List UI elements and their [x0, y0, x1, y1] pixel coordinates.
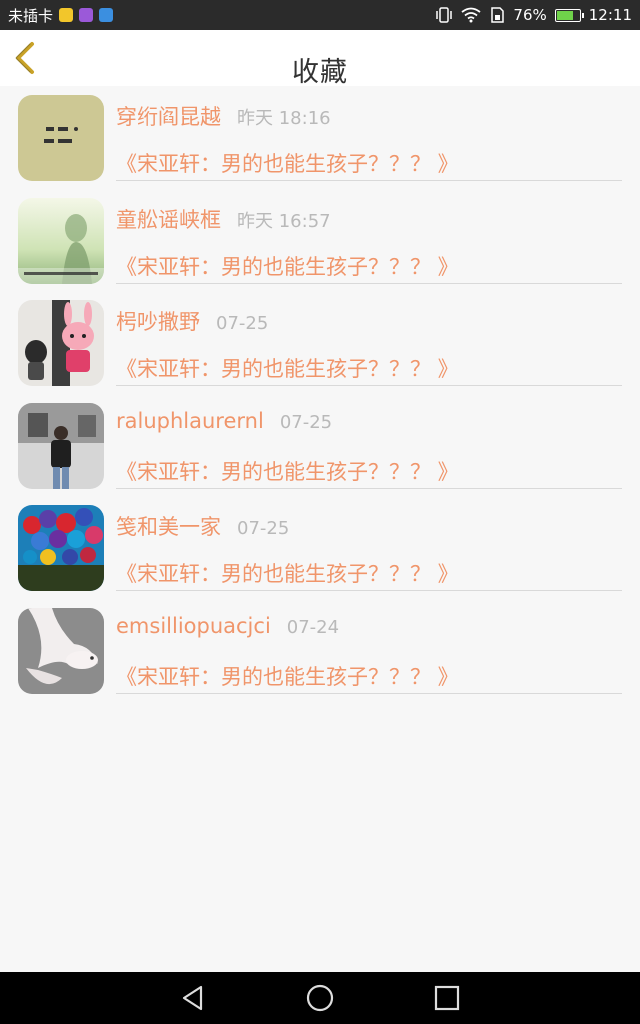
avatar[interactable] — [18, 197, 104, 284]
nav-recents-button[interactable] — [425, 976, 469, 1020]
nav-back-button[interactable] — [171, 976, 215, 1020]
notification-app-icon — [59, 8, 74, 22]
list-item[interactable]: 枵吵撒野 07-25 《宋亚轩：男的也能生孩子？？？ 》 — [0, 295, 640, 398]
vibrate-icon — [435, 7, 453, 23]
list-item[interactable]: emsilliopuacjci 07-24 《宋亚轩：男的也能生孩子？？？ 》 — [0, 603, 640, 706]
list-item[interactable]: 笺和美一家 07-25 《宋亚轩：男的也能生孩子？？？ 》 — [0, 500, 640, 603]
favorite-title[interactable]: 《宋亚轩：男的也能生孩子？？？ 》 — [116, 148, 459, 178]
system-nav-bar — [0, 972, 640, 1024]
page-title: 收藏 — [292, 57, 348, 88]
item-info: emsilliopuacjci 07-24 《宋亚轩：男的也能生孩子？？？ 》 — [116, 603, 622, 694]
battery-percent: 76% — [513, 6, 547, 24]
name-line: raluphlaurernl 07-25 — [116, 409, 332, 433]
circle-home-icon — [306, 984, 334, 1012]
user-name[interactable]: 穿绗阎昆越 — [116, 101, 221, 131]
timestamp: 07-24 — [286, 616, 340, 638]
timestamp: 07-25 — [237, 518, 290, 539]
name-line: emsilliopuacjci 07-24 — [116, 614, 339, 638]
wifi-icon — [461, 7, 481, 23]
avatar[interactable] — [18, 300, 104, 386]
sim-icon — [489, 7, 505, 23]
avatar[interactable] — [18, 505, 104, 591]
user-name[interactable]: raluphlaurernl — [116, 409, 264, 433]
item-info: 笺和美一家 07-25 《宋亚轩：男的也能生孩子？？？ 》 — [116, 500, 622, 591]
avatar[interactable] — [18, 402, 104, 489]
name-line: 笺和美一家 07-25 — [116, 511, 289, 541]
name-line: 枵吵撒野 07-25 — [116, 306, 268, 336]
square-recents-icon — [434, 985, 459, 1011]
user-name[interactable]: 童舩谣峡框 — [116, 204, 221, 234]
name-line: 童舩谣峡框 昨天 16:57 — [116, 204, 331, 234]
avatar[interactable] — [18, 607, 104, 694]
favorite-title[interactable]: 《宋亚轩：男的也能生孩子？？？ 》 — [116, 251, 459, 281]
timestamp: 昨天 16:57 — [237, 210, 331, 232]
name-line: 穿绗阎昆越 昨天 18:16 — [116, 101, 331, 131]
list-item[interactable]: raluphlaurernl 07-25 《宋亚轩：男的也能生孩子？？？ 》 — [0, 398, 640, 501]
notification-app-icon — [99, 8, 114, 22]
favorites-list: 穿绗阎昆越 昨天 18:16 《宋亚轩：男的也能生孩子？？？ 》 童舩谣峡框 昨… — [0, 90, 640, 705]
user-name[interactable]: 枵吵撒野 — [116, 306, 200, 336]
favorite-title[interactable]: 《宋亚轩：男的也能生孩子？？？ 》 — [116, 558, 459, 588]
item-info: raluphlaurernl 07-25 《宋亚轩：男的也能生孩子？？？ 》 — [116, 398, 622, 489]
user-name[interactable]: emsilliopuacjci — [116, 614, 271, 638]
avatar[interactable] — [18, 95, 104, 181]
favorite-title[interactable]: 《宋亚轩：男的也能生孩子？？？ 》 — [116, 353, 459, 383]
item-info: 童舩谣峡框 昨天 16:57 《宋亚轩：男的也能生孩子？？？ 》 — [116, 193, 622, 284]
timestamp: 07-25 — [279, 411, 333, 433]
header: 收藏 — [0, 30, 640, 88]
status-left: 未插卡 — [8, 5, 114, 26]
list-item[interactable]: 童舩谣峡框 昨天 16:57 《宋亚轩：男的也能生孩子？？？ 》 — [0, 193, 640, 296]
timestamp: 07-25 — [216, 313, 269, 334]
item-info: 穿绗阎昆越 昨天 18:16 《宋亚轩：男的也能生孩子？？？ 》 — [116, 90, 622, 181]
favorite-title[interactable]: 《宋亚轩：男的也能生孩子？？？ 》 — [116, 456, 459, 486]
carrier-text: 未插卡 — [8, 6, 54, 25]
battery-icon — [554, 8, 584, 22]
user-name[interactable]: 笺和美一家 — [116, 511, 221, 541]
list-item[interactable]: 穿绗阎昆越 昨天 18:16 《宋亚轩：男的也能生孩子？？？ 》 — [0, 90, 640, 193]
triangle-back-icon — [183, 985, 203, 1011]
item-info: 枵吵撒野 07-25 《宋亚轩：男的也能生孩子？？？ 》 — [116, 295, 622, 386]
favorite-title[interactable]: 《宋亚轩：男的也能生孩子？？？ 》 — [116, 661, 459, 691]
nav-home-button[interactable] — [298, 976, 342, 1020]
notification-app-icon — [79, 8, 94, 22]
status-right: 76% 12:11 — [435, 6, 632, 24]
timestamp: 昨天 18:16 — [237, 108, 331, 129]
status-bar: 未插卡 76% 12:11 — [0, 0, 640, 30]
clock: 12:11 — [588, 6, 632, 24]
